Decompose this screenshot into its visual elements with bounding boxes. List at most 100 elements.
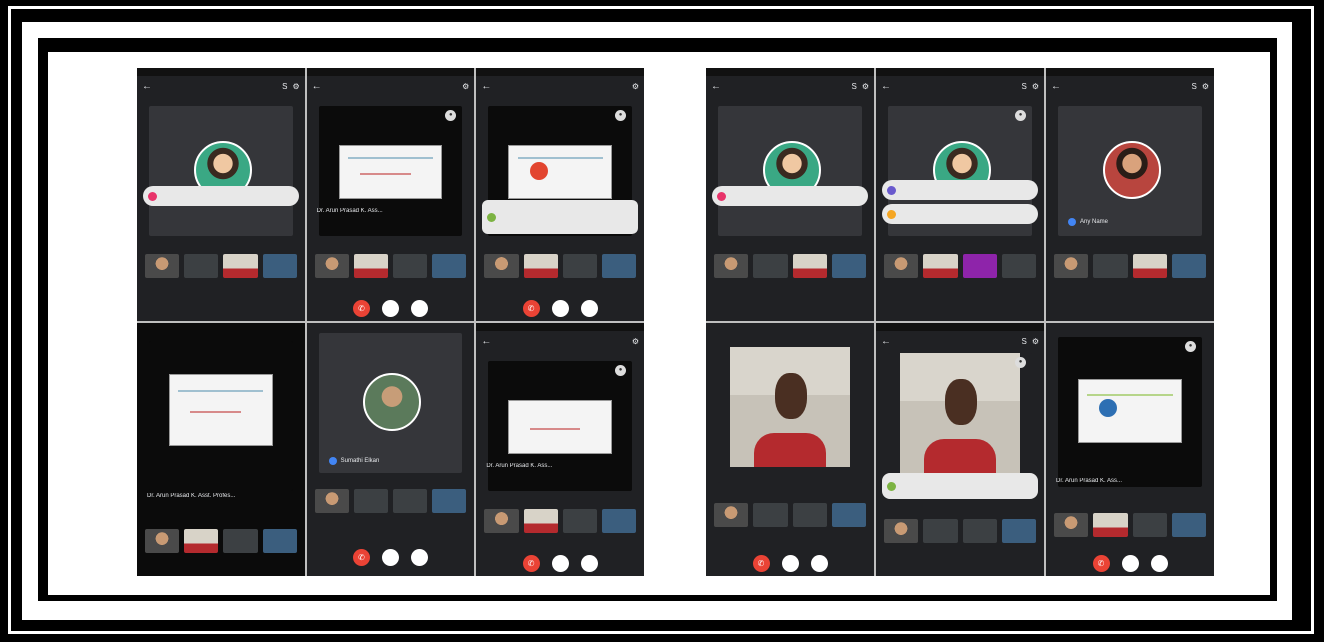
participant-thumb[interactable] xyxy=(1171,254,1206,278)
participant-thumb[interactable] xyxy=(714,254,749,278)
mic-button[interactable] xyxy=(1121,554,1139,572)
participant-thumb[interactable] xyxy=(884,519,919,543)
camera-button[interactable] xyxy=(1150,554,1168,572)
participant-thumb[interactable] xyxy=(353,489,388,513)
participant-thumb[interactable] xyxy=(962,254,997,278)
settings-icon[interactable]: ⚙ xyxy=(462,82,469,91)
participant-thumb[interactable] xyxy=(1054,513,1089,537)
back-icon[interactable]: ← xyxy=(1051,81,1061,92)
end-call-button[interactable]: ✆ xyxy=(1092,554,1110,572)
participant-strip xyxy=(484,254,637,278)
participant-thumb[interactable] xyxy=(923,519,958,543)
participant-thumb[interactable] xyxy=(1001,254,1036,278)
participant-thumb[interactable] xyxy=(753,254,788,278)
chat-toast[interactable] xyxy=(882,473,1038,499)
settings-icon[interactable]: ⚙ xyxy=(1032,337,1039,346)
back-icon[interactable]: ← xyxy=(711,81,721,92)
participant-thumb[interactable] xyxy=(184,529,219,553)
participant-thumb[interactable] xyxy=(923,254,958,278)
end-call-button[interactable]: ✆ xyxy=(522,299,540,317)
participant-thumb[interactable] xyxy=(314,254,349,278)
switch-camera-icon[interactable]: S xyxy=(1021,337,1026,346)
participant-thumb[interactable] xyxy=(753,503,788,527)
participant-thumb[interactable] xyxy=(1171,513,1206,537)
switch-camera-icon[interactable]: S xyxy=(1191,82,1196,91)
end-call-button[interactable]: ✆ xyxy=(352,548,370,566)
participant-thumb[interactable] xyxy=(484,254,519,278)
participant-thumb[interactable] xyxy=(962,519,997,543)
participant-thumb[interactable] xyxy=(314,489,349,513)
camera-button[interactable] xyxy=(580,554,598,572)
settings-icon[interactable]: ⚙ xyxy=(632,82,639,91)
chat-toast[interactable] xyxy=(482,200,638,234)
back-icon[interactable]: ← xyxy=(142,81,152,92)
participant-thumb[interactable] xyxy=(884,254,919,278)
participant-thumb[interactable] xyxy=(831,254,866,278)
mic-button[interactable] xyxy=(381,299,399,317)
participant-thumb[interactable] xyxy=(223,254,258,278)
end-call-button[interactable]: ✆ xyxy=(522,554,540,572)
participant-thumb[interactable] xyxy=(145,254,180,278)
mic-button[interactable] xyxy=(551,299,569,317)
end-call-button[interactable]: ✆ xyxy=(752,554,770,572)
participant-thumb[interactable] xyxy=(432,254,467,278)
participant-thumb[interactable] xyxy=(831,503,866,527)
camera-button[interactable] xyxy=(580,299,598,317)
participant-thumb[interactable] xyxy=(1132,513,1167,537)
participant-thumb[interactable] xyxy=(353,254,388,278)
back-icon[interactable]: ← xyxy=(481,336,491,347)
switch-camera-icon[interactable]: S xyxy=(282,82,287,91)
participant-thumb[interactable] xyxy=(432,489,467,513)
participant-thumb[interactable] xyxy=(484,509,519,533)
settings-icon[interactable]: ⚙ xyxy=(632,337,639,346)
participant-thumb[interactable] xyxy=(1093,513,1128,537)
back-icon[interactable]: ← xyxy=(312,81,322,92)
pin-icon[interactable]: ● xyxy=(1185,341,1196,352)
pin-icon[interactable]: ● xyxy=(615,110,626,121)
switch-camera-icon[interactable]: S xyxy=(851,82,856,91)
switch-camera-icon[interactable]: S xyxy=(1021,82,1026,91)
participant-thumb[interactable] xyxy=(601,509,637,533)
participant-thumb[interactable] xyxy=(1054,254,1089,278)
back-icon[interactable]: ← xyxy=(881,81,891,92)
end-call-button[interactable]: ✆ xyxy=(352,299,370,317)
settings-icon[interactable]: ⚙ xyxy=(292,82,299,91)
participant-thumb[interactable] xyxy=(1001,519,1036,543)
participant-thumb[interactable] xyxy=(145,529,180,553)
settings-icon[interactable]: ⚙ xyxy=(1032,82,1039,91)
settings-icon[interactable]: ⚙ xyxy=(1202,82,1209,91)
participant-thumb[interactable] xyxy=(262,529,297,553)
pin-icon[interactable]: ● xyxy=(615,365,626,376)
camera-button[interactable] xyxy=(410,548,428,566)
pin-icon[interactable]: ● xyxy=(445,110,457,121)
participant-thumb[interactable] xyxy=(393,254,428,278)
participant-thumb[interactable] xyxy=(601,254,637,278)
pin-icon[interactable]: ● xyxy=(1015,357,1026,368)
pin-icon[interactable]: ● xyxy=(1015,110,1026,121)
participant-thumb[interactable] xyxy=(1132,254,1167,278)
participant-thumb[interactable] xyxy=(562,509,597,533)
participant-thumb[interactable] xyxy=(562,254,597,278)
back-icon[interactable]: ← xyxy=(881,336,891,347)
participant-thumb[interactable] xyxy=(223,529,258,553)
mic-button[interactable] xyxy=(551,554,569,572)
chat-toast[interactable] xyxy=(143,186,299,206)
participant-thumb[interactable] xyxy=(523,509,558,533)
participant-thumb[interactable] xyxy=(393,489,428,513)
participant-thumb[interactable] xyxy=(792,254,827,278)
mic-button[interactable] xyxy=(381,548,399,566)
participant-thumb[interactable] xyxy=(714,503,749,527)
participant-thumb[interactable] xyxy=(1093,254,1128,278)
chat-toast[interactable] xyxy=(882,180,1038,200)
camera-button[interactable] xyxy=(810,554,828,572)
camera-button[interactable] xyxy=(410,299,428,317)
participant-thumb[interactable] xyxy=(792,503,827,527)
participant-thumb[interactable] xyxy=(523,254,558,278)
back-icon[interactable]: ← xyxy=(481,81,491,92)
participant-thumb[interactable] xyxy=(184,254,219,278)
chat-toast[interactable] xyxy=(712,186,868,206)
participant-thumb[interactable] xyxy=(262,254,297,278)
chat-toast[interactable] xyxy=(882,204,1038,224)
mic-button[interactable] xyxy=(781,554,799,572)
settings-icon[interactable]: ⚙ xyxy=(862,82,869,91)
